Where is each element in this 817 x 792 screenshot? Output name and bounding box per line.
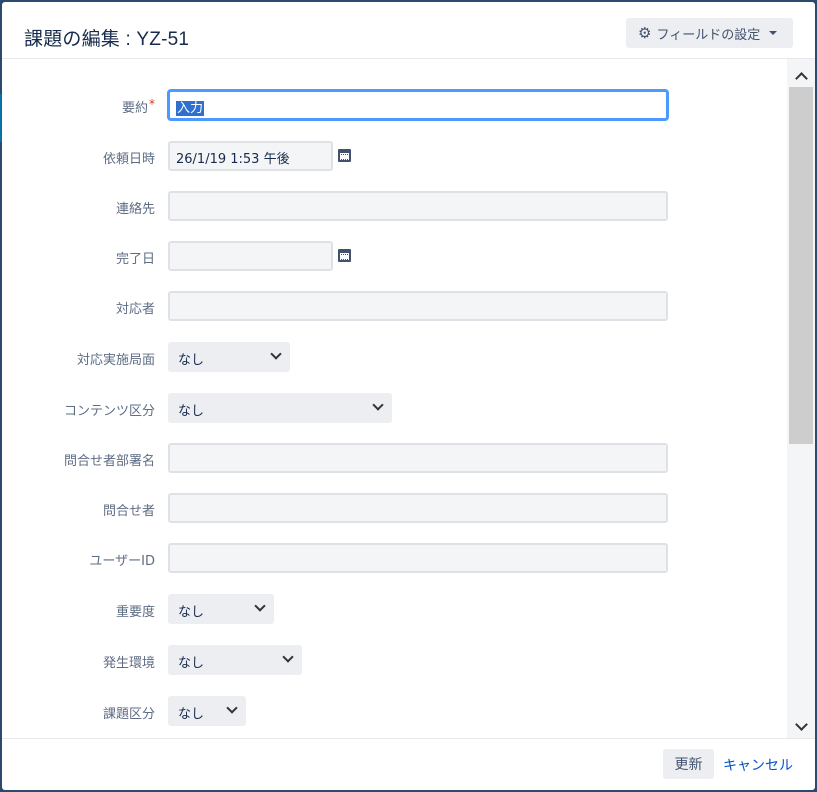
severity-label: 重要度 bbox=[115, 605, 155, 620]
environment-value: なし bbox=[178, 656, 205, 671]
user-id-label: ユーザーID bbox=[89, 554, 155, 569]
calendar-icon[interactable] bbox=[338, 249, 351, 262]
request-date-label: 依頼日時 bbox=[102, 152, 155, 167]
field-issue-type: 課題区分 なし bbox=[2, 696, 787, 726]
due-date-label: 完了日 bbox=[115, 252, 155, 267]
field-inquirer: 問合せ者 bbox=[2, 493, 787, 523]
handling-dept-value: なし bbox=[178, 353, 205, 368]
vertical-scrollbar[interactable] bbox=[787, 59, 815, 739]
severity-value: なし bbox=[178, 605, 205, 620]
dialog-footer: 更新 キャンセル bbox=[2, 738, 815, 790]
contact-label: 連絡先 bbox=[115, 202, 155, 217]
content-type-select[interactable]: なし bbox=[168, 393, 392, 423]
assignee-label: 対応者 bbox=[115, 302, 155, 317]
chevron-down-icon bbox=[270, 348, 282, 360]
field-handling-dept: 対応実施局面 なし bbox=[2, 342, 787, 372]
issue-type-select[interactable]: なし bbox=[168, 696, 246, 726]
chevron-down-icon bbox=[226, 702, 238, 714]
severity-select[interactable]: なし bbox=[168, 594, 274, 624]
configure-fields-label: フィールドの設定 bbox=[656, 27, 761, 43]
chevron-down-icon bbox=[372, 399, 384, 411]
field-inquirer-dept: 問合せ者部署名 bbox=[2, 443, 787, 473]
scroll-up-icon[interactable] bbox=[787, 65, 815, 87]
inquirer-dept-label: 問合せ者部署名 bbox=[63, 454, 155, 469]
field-user-id: ユーザーID bbox=[2, 543, 787, 573]
content-type-label: コンテンツ区分 bbox=[63, 404, 155, 419]
form-content: 要約* 入力 依頼日時 26/1/19 1:53 午後 連絡先 完了日 対応者 … bbox=[2, 59, 787, 739]
dialog-header: 課題の編集 : YZ-51 ⚙ フィールドの設定 bbox=[2, 2, 815, 59]
field-environment: 発生環境 なし bbox=[2, 645, 787, 675]
field-assignee: 対応者 bbox=[2, 291, 787, 321]
handling-dept-label: 対応実施局面 bbox=[76, 353, 155, 368]
calendar-icon[interactable] bbox=[338, 149, 351, 162]
scroll-thumb[interactable] bbox=[789, 87, 813, 444]
due-date-input[interactable] bbox=[168, 241, 333, 271]
issue-type-label: 課題区分 bbox=[102, 707, 155, 722]
inquirer-dept-input[interactable] bbox=[168, 443, 668, 473]
user-id-input[interactable] bbox=[168, 543, 668, 573]
issue-type-value: なし bbox=[178, 707, 205, 722]
field-summary: 要約* 入力 bbox=[2, 90, 787, 120]
contact-input[interactable] bbox=[168, 191, 668, 221]
field-due-date: 完了日 bbox=[2, 241, 787, 271]
field-request-date: 依頼日時 26/1/19 1:53 午後 bbox=[2, 141, 787, 171]
field-content-type: コンテンツ区分 なし bbox=[2, 393, 787, 423]
chevron-down-icon bbox=[254, 600, 266, 612]
inquirer-input[interactable] bbox=[168, 493, 668, 523]
configure-fields-button[interactable]: ⚙ フィールドの設定 bbox=[626, 18, 793, 48]
scroll-down-icon[interactable] bbox=[787, 715, 815, 737]
summary-label: 要約* bbox=[121, 97, 155, 116]
edit-issue-dialog: 課題の編集 : YZ-51 ⚙ フィールドの設定 要約* 入力 依頼日時 26/… bbox=[2, 2, 815, 790]
field-contact: 連絡先 bbox=[2, 191, 787, 221]
summary-input[interactable]: 入力 bbox=[168, 90, 668, 120]
gear-icon: ⚙ bbox=[638, 23, 652, 42]
dialog-title: 課題の編集 : YZ-51 bbox=[24, 29, 190, 50]
environment-label: 発生環境 bbox=[102, 656, 155, 671]
update-button[interactable]: 更新 bbox=[663, 749, 714, 779]
cancel-link[interactable]: キャンセル bbox=[723, 755, 793, 775]
request-date-input[interactable]: 26/1/19 1:53 午後 bbox=[168, 141, 333, 171]
caret-down-icon bbox=[769, 31, 778, 35]
handling-dept-select[interactable]: なし bbox=[168, 342, 290, 372]
assignee-input[interactable] bbox=[168, 291, 668, 321]
field-severity: 重要度 なし bbox=[2, 594, 787, 624]
content-type-value: なし bbox=[178, 404, 205, 419]
summary-value: 入力 bbox=[176, 101, 205, 116]
inquirer-label: 問合せ者 bbox=[102, 504, 155, 519]
environment-select[interactable]: なし bbox=[168, 645, 302, 675]
required-mark: * bbox=[149, 97, 155, 111]
chevron-down-icon bbox=[282, 651, 294, 663]
